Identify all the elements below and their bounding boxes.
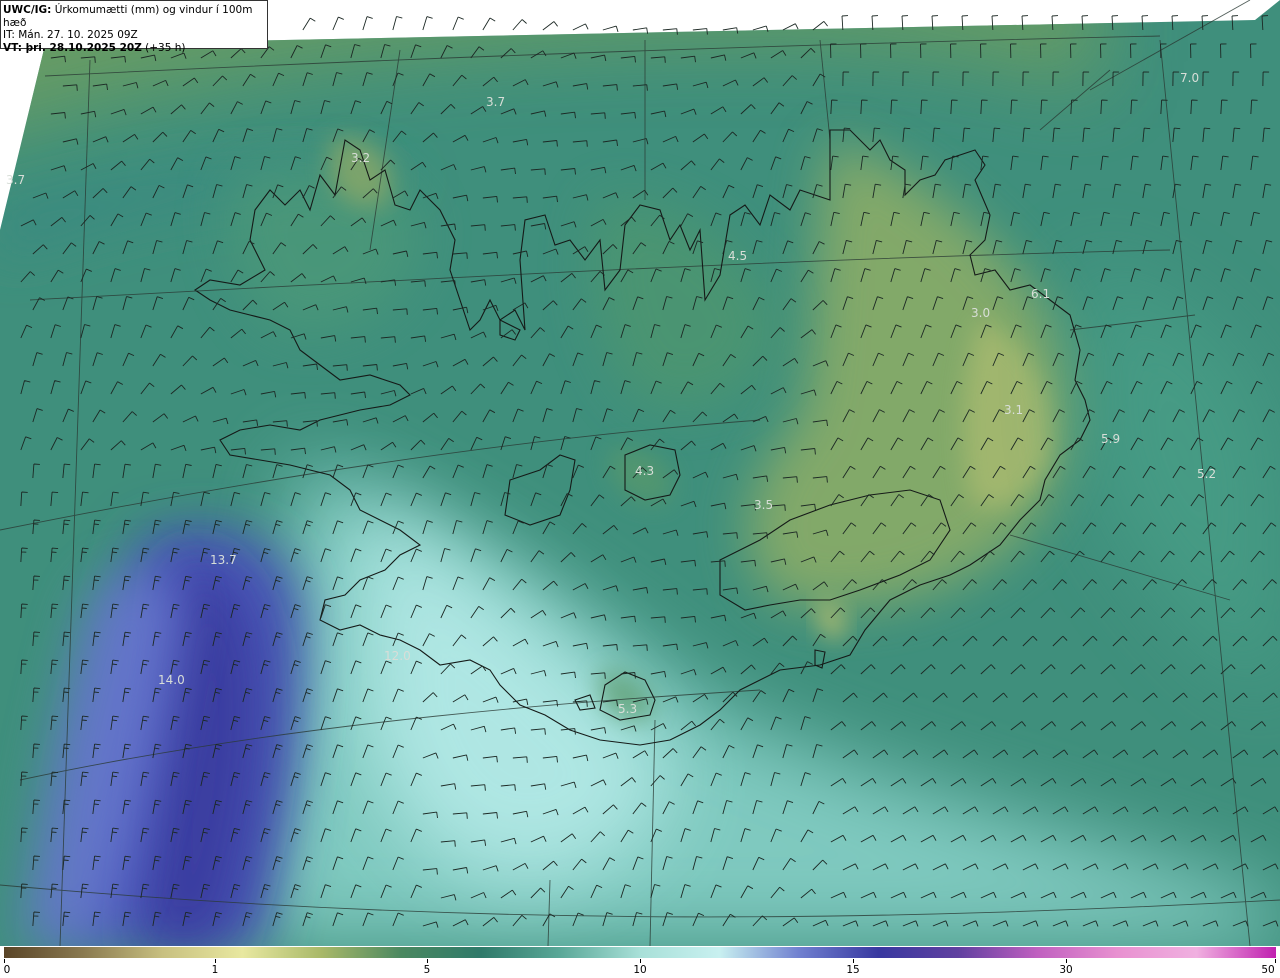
colorbar-tick — [4, 959, 5, 963]
lead-time: (+35 h) — [141, 41, 186, 54]
precipitation-map[interactable]: 3.7 3.2 3.7 4.5 7.0 6.1 3.0 3.1 5.9 5.2 … — [0, 0, 1280, 946]
colorbar-label: 50 — [1261, 964, 1275, 976]
colorbar-tick — [640, 959, 641, 963]
value-label: 3.0 — [971, 306, 990, 320]
colorbar-label: 15 — [846, 964, 860, 976]
colorbar-tick — [1066, 959, 1067, 963]
product-title-line: UWC/IG: Úrkomumætti (mm) og vindur í 100… — [3, 4, 267, 29]
value-label: 4.5 — [728, 249, 747, 263]
value-label: 3.1 — [1004, 403, 1023, 417]
valid-time-line: VT: þri. 28.10.2025 20Z (+35 h) — [3, 42, 267, 55]
value-label: 3.7 — [6, 173, 25, 187]
value-label: 5.3 — [618, 702, 637, 716]
value-label: 12.0 — [384, 649, 411, 663]
map-canvas: 3.7 3.2 3.7 4.5 7.0 6.1 3.0 3.1 5.9 5.2 … — [0, 0, 1280, 946]
value-label: 3.2 — [351, 151, 370, 165]
value-label: 3.5 — [754, 498, 773, 512]
product-code: UWC/IG: — [3, 4, 52, 16]
colorbar-tick — [1275, 959, 1276, 963]
value-label: 13.7 — [210, 553, 237, 567]
colorbar-gradient — [4, 947, 1276, 958]
value-label: 3.7 — [486, 95, 505, 109]
colorbar-label: 5 — [423, 964, 431, 976]
weather-map-view: 3.7 3.2 3.7 4.5 7.0 6.1 3.0 3.1 5.9 5.2 … — [0, 0, 1280, 978]
colorbar-label: 30 — [1059, 964, 1073, 976]
initial-time: IT: Mán. 27. 10. 2025 09Z — [3, 29, 138, 41]
forecast-info-box: UWC/IG: Úrkomumætti (mm) og vindur í 100… — [0, 0, 268, 54]
colorbar: 0 1 5 10 15 30 50 — [0, 946, 1280, 978]
value-label: 5.9 — [1101, 432, 1120, 446]
valid-time: þri. 28.10.2025 20Z — [21, 41, 142, 54]
colorbar-tick — [427, 959, 428, 963]
colorbar-tick — [853, 959, 854, 963]
value-label: 5.2 — [1197, 467, 1216, 481]
valid-time-prefix: VT: — [3, 41, 22, 54]
colorbar-tick — [215, 959, 216, 963]
value-label: 6.1 — [1031, 287, 1050, 301]
colorbar-label: 1 — [211, 964, 219, 976]
value-label: 7.0 — [1180, 71, 1199, 85]
value-label: 4.3 — [635, 464, 654, 478]
colorbar-label: 10 — [633, 964, 647, 976]
colorbar-label: 0 — [3, 964, 11, 976]
value-label: 14.0 — [158, 673, 185, 687]
